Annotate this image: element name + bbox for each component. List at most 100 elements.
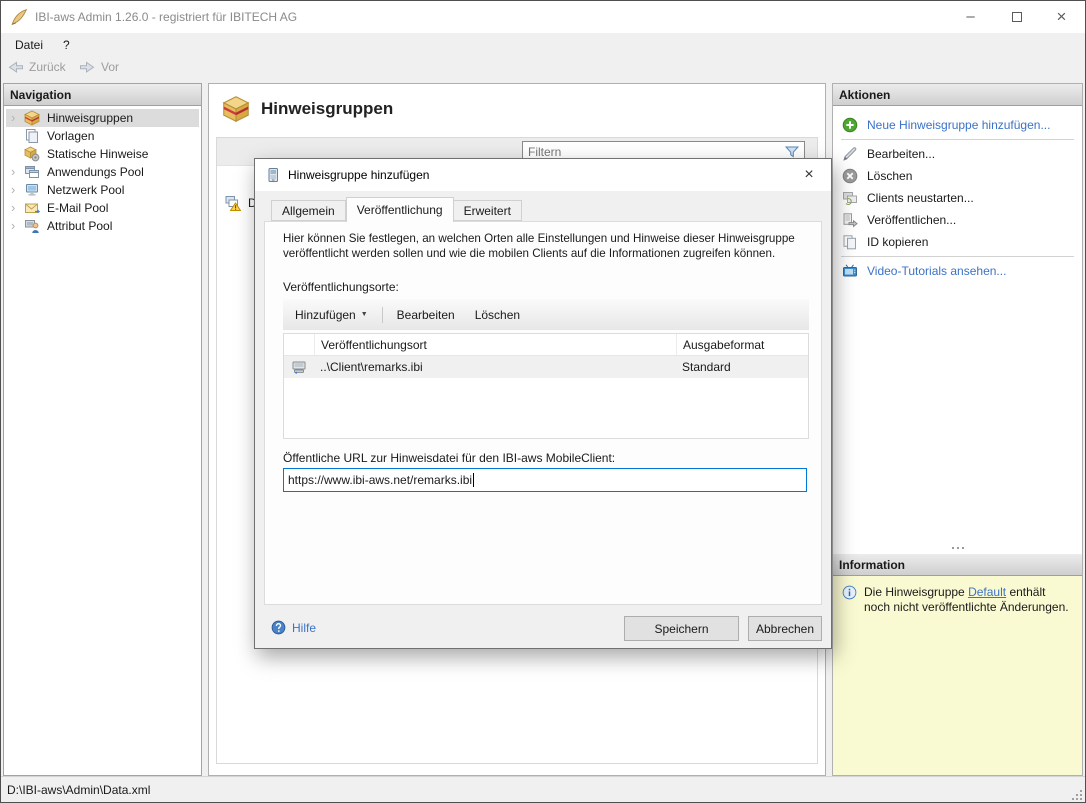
action-restart-clients[interactable]: Clients neustarten... [833, 188, 1082, 208]
expander-chevron-icon[interactable]: › [6, 185, 21, 195]
close-icon: × [804, 166, 813, 184]
back-arrow-icon [7, 59, 24, 75]
location-row[interactable]: ..\Client\remarks.ibi Standard [284, 356, 808, 378]
nav-item-anwendungs-pool[interactable]: › Anwendungs Pool [6, 163, 199, 181]
navigation-pane: Navigation › Hinweisgruppen [3, 83, 202, 776]
list-item-default[interactable]: D [225, 195, 257, 211]
video-tutorials-icon [842, 263, 858, 279]
forward-button[interactable]: Vor [79, 59, 119, 75]
hinweisgruppen-icon [222, 95, 250, 123]
action-label: Löschen [867, 169, 912, 183]
action-edit[interactable]: Bearbeiten... [833, 144, 1082, 164]
nav-item-label: Hinweisgruppen [47, 111, 133, 125]
tab-erweitert[interactable]: Erweitert [454, 200, 522, 221]
dropdown-arrow-icon: ▼ [361, 311, 368, 318]
menu-file[interactable]: Datei [9, 36, 49, 54]
cancel-label: Abbrechen [756, 622, 814, 636]
pencil-icon [842, 146, 858, 162]
save-label: Speichern [654, 622, 708, 636]
package-icon [24, 110, 40, 126]
splitter-grip[interactable] [952, 547, 964, 549]
nav-item-label: Vorlagen [47, 129, 94, 143]
add-location-button[interactable]: Hinzufügen ▼ [285, 304, 378, 326]
close-button[interactable]: × [1039, 1, 1084, 32]
separator [841, 139, 1074, 140]
action-label: Video-Tutorials ansehen... [867, 264, 1006, 278]
dialog-tabs: Allgemein Veröffentlichung Erweitert [271, 196, 522, 221]
nav-item-statische-hinweise[interactable]: Statische Hinweise [6, 145, 199, 163]
expander-chevron-icon[interactable]: › [6, 221, 21, 231]
data-file-path: D:\IBI-aws\Admin\Data.xml [7, 783, 150, 797]
nav-item-label: Attribut Pool [47, 219, 112, 233]
default-group-link[interactable]: Default [968, 585, 1006, 599]
minimize-button[interactable]: – [948, 1, 993, 32]
information-message: Die Hinweisgruppe Default enthält noch n… [864, 585, 1072, 615]
dialog-title-bar: Hinweisgruppe hinzufügen × [255, 159, 831, 191]
tab-veroeffentlichung[interactable]: Veröffentlichung [346, 197, 454, 222]
resize-grip[interactable] [1070, 788, 1082, 800]
nav-item-hinweisgruppen[interactable]: › Hinweisgruppen [6, 109, 199, 127]
action-new-group[interactable]: Neue Hinweisgruppe hinzufügen... [833, 115, 1082, 135]
edit-location-button[interactable]: Bearbeiten [387, 304, 465, 326]
group-warning-icon [225, 195, 241, 211]
attribute-pool-icon [24, 218, 40, 234]
actions-pane: Aktionen Neue Hinweisgruppe hinzufügen..… [832, 83, 1083, 776]
forward-arrow-icon [79, 59, 96, 75]
add-location-label: Hinzufügen [295, 308, 356, 322]
delete-location-button[interactable]: Löschen [465, 304, 530, 326]
action-publish[interactable]: Veröffentlichen... [833, 210, 1082, 230]
actions-header: Aktionen [833, 84, 1082, 106]
app-window: IBI-aws Admin 1.26.0 - registriert für I… [0, 0, 1086, 803]
expander-chevron-icon[interactable]: › [6, 113, 21, 123]
locations-label: Veröffentlichungsorte: [283, 280, 399, 294]
nav-item-vorlagen[interactable]: Vorlagen [6, 127, 199, 145]
information-panel: Die Hinweisgruppe Default enthält noch n… [833, 576, 1082, 775]
action-label: Veröffentlichen... [867, 213, 956, 227]
static-notes-icon [24, 146, 40, 162]
nav-item-label: Statische Hinweise [47, 147, 148, 161]
tab-allgemein[interactable]: Allgemein [271, 200, 346, 221]
action-delete[interactable]: Löschen [833, 166, 1082, 186]
menu-bar: Datei ? [1, 33, 1085, 56]
publication-tab-panel: Hier können Sie festlegen, an welchen Or… [264, 221, 822, 605]
help-link[interactable]: Hilfe [271, 620, 316, 635]
status-bar: D:\IBI-aws\Admin\Data.xml [1, 776, 1085, 803]
format-column-header: Ausgabeformat [676, 334, 808, 355]
nav-item-label: Netzwerk Pool [47, 183, 124, 197]
nav-item-netzwerk-pool[interactable]: › Netzwerk Pool [6, 181, 199, 199]
dialog-title: Hinweisgruppe hinzufügen [288, 168, 429, 182]
title-bar: IBI-aws Admin 1.26.0 - registriert für I… [1, 1, 1085, 33]
separator [841, 256, 1074, 257]
action-label: Bearbeiten... [867, 147, 935, 161]
locations-table-header: Veröffentlichungsort Ausgabeformat [284, 334, 808, 356]
nav-item-attribut-pool[interactable]: › Attribut Pool [6, 217, 199, 235]
navigation-list: › Hinweisgruppen Vorlagen [4, 106, 201, 235]
info-text-1: Die Hinweisgruppe [864, 585, 965, 599]
dialog-close-button[interactable]: × [798, 164, 820, 186]
back-button[interactable]: Zurück [7, 59, 66, 75]
cancel-button[interactable]: Abbrechen [748, 616, 822, 641]
application-pool-icon [24, 164, 40, 180]
templates-icon [24, 128, 40, 144]
locations-toolbar: Hinzufügen ▼ Bearbeiten Löschen [283, 299, 809, 330]
network-pool-icon [24, 182, 40, 198]
page-title: Hinweisgruppen [261, 99, 393, 119]
expander-chevron-icon[interactable]: › [6, 203, 21, 213]
edit-location-label: Bearbeiten [397, 308, 455, 322]
help-label: Hilfe [292, 621, 316, 635]
add-icon [842, 117, 858, 133]
save-button[interactable]: Speichern [624, 616, 739, 641]
action-label: Neue Hinweisgruppe hinzufügen... [867, 118, 1050, 132]
maximize-button[interactable] [994, 1, 1039, 32]
nav-item-email-pool[interactable]: › E-Mail Pool [6, 199, 199, 217]
add-group-dialog: Hinweisgruppe hinzufügen × Allgemein Ver… [254, 158, 832, 649]
action-copy-id[interactable]: ID kopieren [833, 232, 1082, 252]
nav-item-label: Anwendungs Pool [47, 165, 144, 179]
url-field[interactable]: https://www.ibi-aws.net/remarks.ibi [283, 468, 807, 492]
menu-help[interactable]: ? [57, 36, 76, 54]
restart-clients-icon [842, 190, 858, 206]
action-video-tutorials[interactable]: Video-Tutorials ansehen... [833, 261, 1082, 281]
history-toolbar: Zurück Vor [1, 56, 1085, 82]
delete-location-label: Löschen [475, 308, 520, 322]
expander-chevron-icon[interactable]: › [6, 167, 21, 177]
